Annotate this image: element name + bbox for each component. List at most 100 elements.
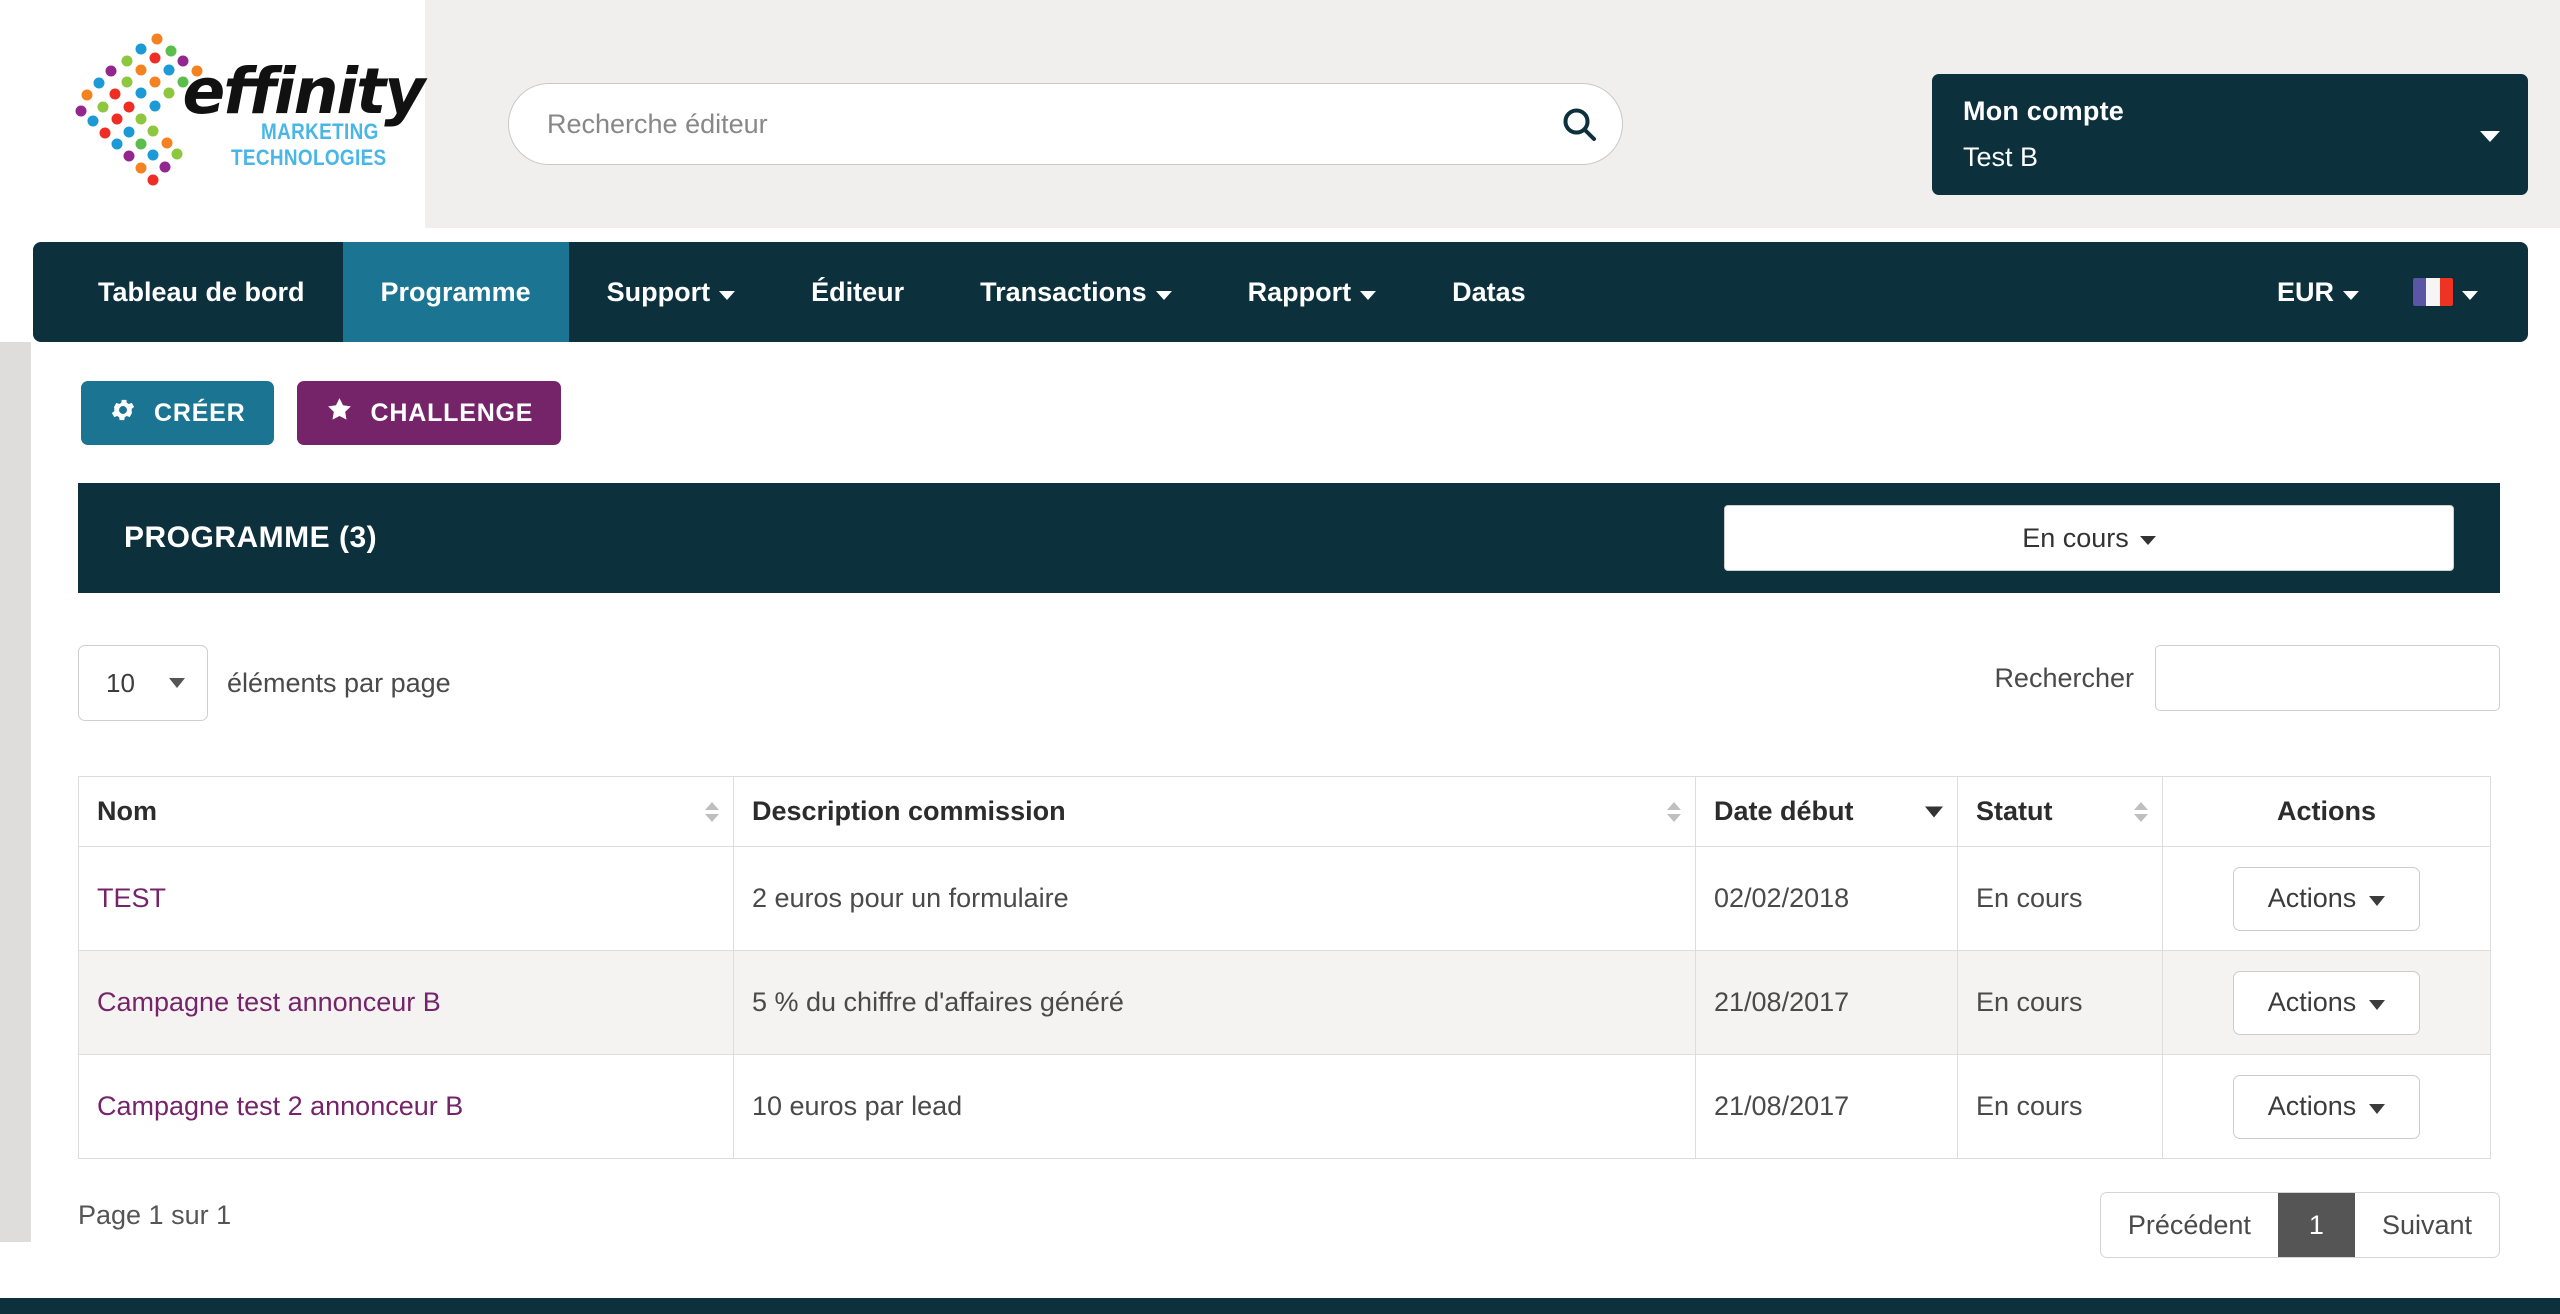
per-page-select[interactable]: 10 xyxy=(78,645,208,721)
publisher-search-box[interactable] xyxy=(508,83,1623,165)
nav-item-programme[interactable]: Programme xyxy=(342,242,569,342)
currency-selector[interactable]: EUR xyxy=(2277,277,2359,308)
programme-link[interactable]: TEST xyxy=(97,883,166,913)
cell-date-debut: 21/08/2017 xyxy=(1695,950,1958,1055)
chevron-down-icon xyxy=(2343,290,2359,300)
cell-date-debut: 02/02/2018 xyxy=(1695,846,1958,951)
gear-icon xyxy=(109,396,137,431)
chevron-down-icon xyxy=(719,290,736,300)
cell-actions: Actions xyxy=(2162,1054,2491,1159)
nav-item-transactions[interactable]: Transactions xyxy=(942,242,1210,342)
nav-item-support[interactable]: Support xyxy=(569,242,773,342)
column-header-actions: Actions xyxy=(2162,776,2491,847)
cell-actions: Actions xyxy=(2162,846,2491,951)
nav-item-tableau-de-bord[interactable]: Tableau de bord xyxy=(33,242,343,342)
row-actions-label: Actions xyxy=(2267,987,2357,1017)
per-page-value: 10 xyxy=(106,667,135,698)
search-input[interactable] xyxy=(509,108,1536,140)
chevron-down-icon xyxy=(2369,999,2386,1010)
sort-arrows-icon xyxy=(2134,801,2148,822)
brand-logo[interactable]: effinity MARKETING TECHNOLOGIES xyxy=(0,0,425,228)
nav-label: Tableau de bord xyxy=(98,276,305,307)
nav-label: Programme xyxy=(380,276,531,307)
chevron-down-icon xyxy=(1155,290,1172,300)
chevron-down-icon[interactable] xyxy=(2480,130,2500,142)
row-actions-button[interactable]: Actions xyxy=(2233,970,2420,1035)
row-actions-label: Actions xyxy=(2267,1091,2357,1121)
search-icon[interactable] xyxy=(1536,104,1622,144)
pagination-next[interactable]: Suivant xyxy=(2355,1193,2499,1257)
left-gutter xyxy=(0,342,31,1242)
table-search-label: Rechercher xyxy=(1994,662,2134,693)
language-selector[interactable] xyxy=(2413,278,2478,306)
column-header-statut[interactable]: Statut xyxy=(1957,776,2163,847)
column-label: Description commission xyxy=(752,796,1066,826)
panel-title: PROGRAMME (3) xyxy=(124,521,378,554)
nav-label: Transactions xyxy=(980,276,1147,307)
table-row: Campagne test 2 annonceur B 10 euros par… xyxy=(78,1054,2491,1159)
nav-label: Support xyxy=(606,276,711,307)
per-page-group: 10 éléments par page xyxy=(78,645,451,721)
table-row: Campagne test annonceur B 5 % du chiffre… xyxy=(78,950,2491,1055)
cell-date-debut: 21/08/2017 xyxy=(1695,1054,1958,1159)
table-row: TEST 2 euros pour un formulaire 02/02/20… xyxy=(78,846,2491,951)
status-filter-dropdown[interactable]: En cours xyxy=(1724,505,2454,571)
cell-statut: En cours xyxy=(1957,950,2163,1055)
column-header-date-debut[interactable]: Date début xyxy=(1695,776,1958,847)
nav-label: Rapport xyxy=(1247,276,1352,307)
footer-strip xyxy=(0,1298,2560,1314)
column-header-description[interactable]: Description commission xyxy=(733,776,1696,847)
cell-statut: En cours xyxy=(1957,846,2163,951)
pagination-previous[interactable]: Précédent xyxy=(2101,1193,2278,1257)
status-filter-value: En cours xyxy=(2022,522,2129,553)
chevron-down-icon xyxy=(2369,1103,2386,1114)
nav-label: Datas xyxy=(1452,276,1526,307)
action-toolbar: CRÉER CHALLENGE xyxy=(81,381,562,445)
main-navigation: Tableau de bord Programme Support Éditeu… xyxy=(33,242,2528,342)
cell-nom: TEST xyxy=(78,846,734,951)
france-flag-icon xyxy=(2413,278,2453,306)
top-header: effinity MARKETING TECHNOLOGIES Mon comp… xyxy=(0,0,2560,228)
row-actions-label: Actions xyxy=(2267,883,2357,913)
sort-arrows-icon xyxy=(705,801,719,822)
column-header-nom[interactable]: Nom xyxy=(78,776,734,847)
nav-item-datas[interactable]: Datas xyxy=(1414,242,1564,342)
chevron-down-icon xyxy=(2369,895,2386,906)
row-actions-button[interactable]: Actions xyxy=(2233,866,2420,931)
brand-tagline-2: TECHNOLOGIES xyxy=(230,144,386,170)
row-actions-button[interactable]: Actions xyxy=(2233,1074,2420,1139)
page-info: Page 1 sur 1 xyxy=(78,1200,232,1230)
column-label: Nom xyxy=(97,796,157,826)
create-button-label: CRÉER xyxy=(154,398,246,427)
account-name: Test B xyxy=(1963,142,2039,172)
cell-actions: Actions xyxy=(2162,950,2491,1055)
account-menu[interactable]: Mon compte Test B xyxy=(1932,74,2528,195)
cell-nom: Campagne test 2 annonceur B xyxy=(78,1054,734,1159)
chevron-down-icon xyxy=(2139,535,2156,545)
pagination: Précédent 1 Suivant xyxy=(2099,1192,2500,1258)
table-header-row: Nom Description commission Date début St… xyxy=(78,776,2491,847)
brand-tagline-1: MARKETING xyxy=(260,118,379,144)
chevron-down-icon xyxy=(169,678,185,688)
programme-link[interactable]: Campagne test 2 annonceur B xyxy=(97,1091,463,1121)
nav-item-editeur[interactable]: Éditeur xyxy=(773,242,942,342)
challenge-button-label: CHALLENGE xyxy=(370,398,534,427)
pagination-page-1[interactable]: 1 xyxy=(2277,1193,2355,1257)
brand-name: effinity xyxy=(182,54,426,128)
nav-item-rapport[interactable]: Rapport xyxy=(1210,242,1415,342)
challenge-button[interactable]: CHALLENGE xyxy=(296,381,562,445)
sort-descending-icon xyxy=(1925,806,1943,817)
column-label: Actions xyxy=(2276,796,2376,826)
cell-description: 5 % du chiffre d'affaires généré xyxy=(733,950,1696,1055)
column-label: Date début xyxy=(1714,796,1854,826)
programme-link[interactable]: Campagne test annonceur B xyxy=(97,987,441,1017)
cell-description: 10 euros par lead xyxy=(733,1054,1696,1159)
column-label: Statut xyxy=(1976,796,2053,826)
chevron-down-icon xyxy=(1360,290,1377,300)
nav-right-group: EUR xyxy=(2277,242,2528,342)
chevron-down-icon xyxy=(2462,290,2478,300)
create-button[interactable]: CRÉER xyxy=(81,381,274,445)
nav-label: Éditeur xyxy=(811,276,905,307)
table-search-input[interactable] xyxy=(2155,645,2500,711)
star-icon xyxy=(325,395,354,431)
